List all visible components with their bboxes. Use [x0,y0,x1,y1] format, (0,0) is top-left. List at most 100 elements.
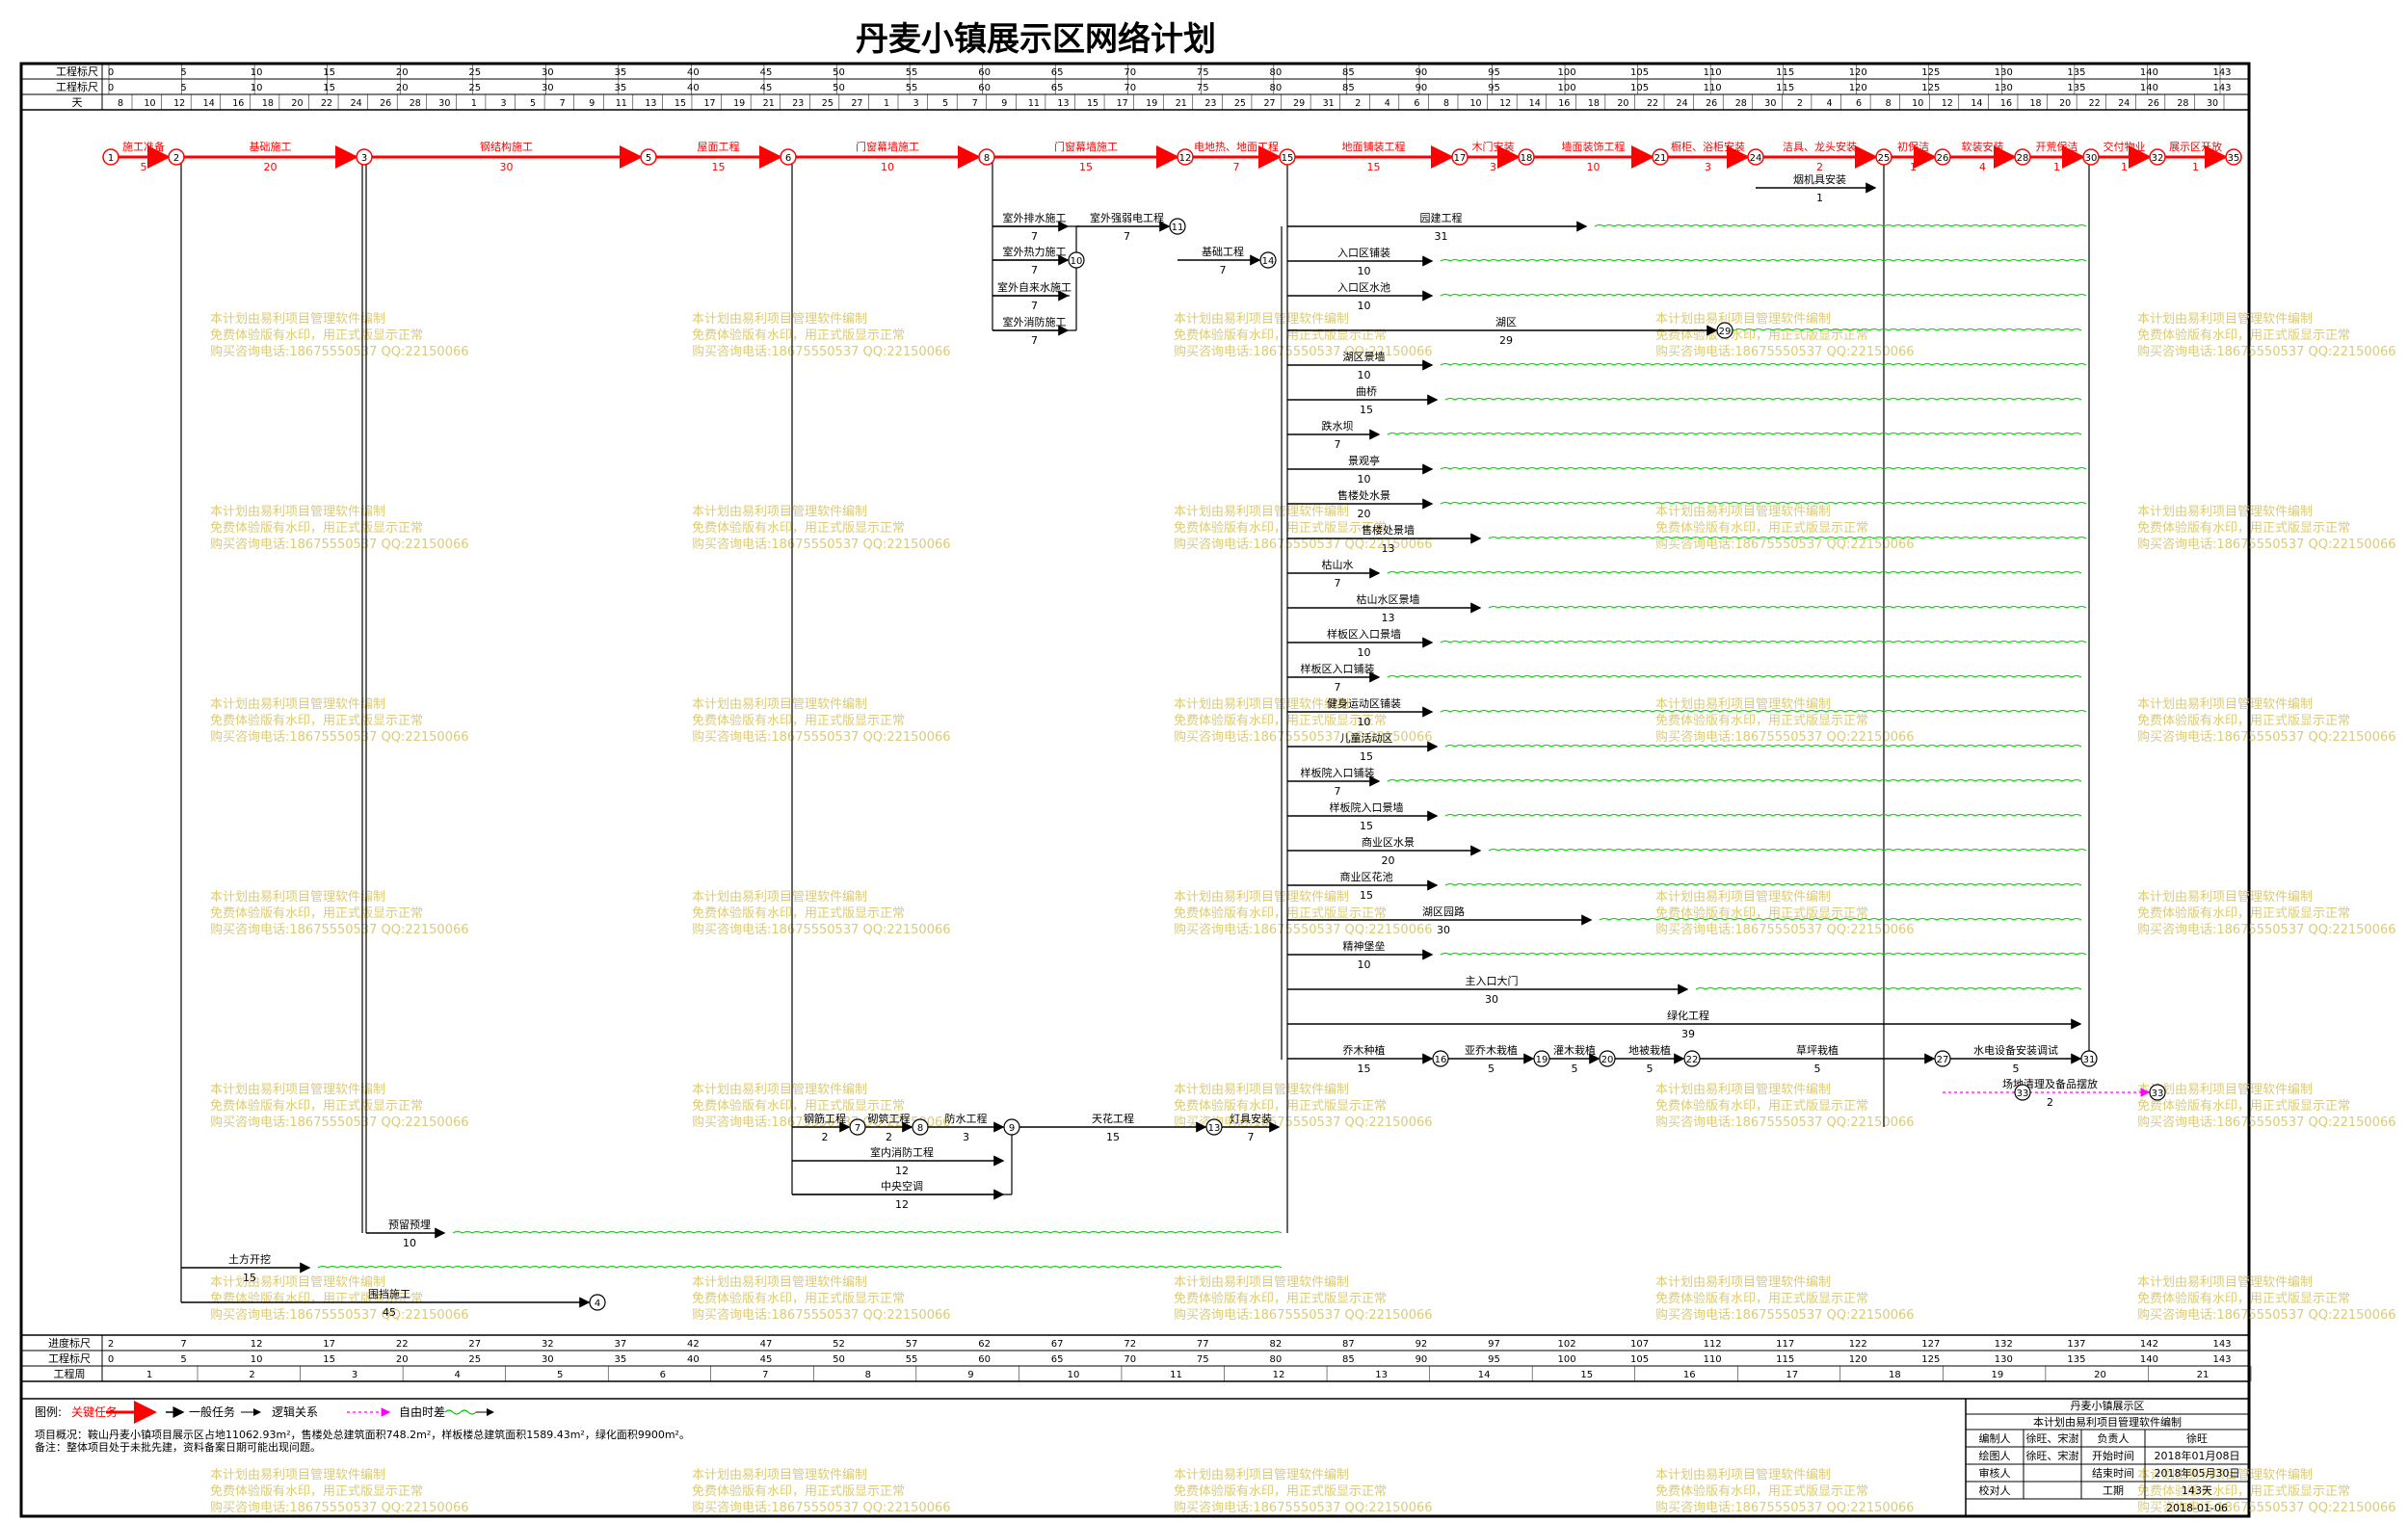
info-r2c4: 2018年01月08日 [2155,1449,2240,1462]
task-duration: 7 [1335,785,1341,798]
ruler-week: 5 [557,1370,563,1380]
task-label: 草坪栽植 [1796,1043,1839,1057]
task-duration: 30 [1485,993,1498,1006]
ruler-day: 10 [145,98,156,109]
watermark-line2: 免费体验版有水印，用正式版显示正常 [692,1098,905,1114]
ruler-tick-top2: 110 [1704,83,1722,93]
ruler-tick-top: 20 [396,67,409,78]
task-duration: 10 [1358,646,1371,659]
free-float-line [1440,293,2087,297]
ruler-tick-bottom2: 55 [906,1354,918,1365]
task-label: 入口区铺装 [1337,247,1390,259]
watermark-line1: 本计划由易利项目管理软件编制 [210,505,385,519]
ruler-tick-bottom2: 120 [1849,1354,1867,1365]
ruler-day: 18 [262,98,274,109]
ruler-tick-bottom2: 130 [1995,1354,2013,1365]
task-duration: 12 [895,1198,909,1211]
node-number: 29 [1719,327,1732,337]
task-duration: 45 [383,1306,396,1319]
task-duration: 31 [1435,230,1448,243]
task-duration: 10 [403,1237,416,1249]
ruler-day: 15 [1087,98,1098,109]
info-r1c1: 编制人 [1979,1431,2011,1445]
free-float-line [1488,848,2087,852]
ruler-day: 12 [173,98,185,109]
free-float-line [1387,674,2082,678]
ruler-day: 25 [1234,98,1246,109]
task-duration: 20 [1382,854,1395,867]
node-number: 18 [1521,153,1533,164]
watermark-line1: 本计划由易利项目管理软件编制 [1655,1275,1831,1290]
watermark-line1: 本计划由易利项目管理软件编制 [692,697,867,712]
ruler-tick-bottom: 143 [2212,1339,2231,1350]
task-label: 室外热力施工 [1003,245,1067,258]
watermark-line2: 免费体验版有水印，用正式版显示正常 [692,1291,905,1306]
ruler-tick-top: 55 [906,67,918,78]
task-duration: 10 [1358,716,1371,728]
ruler-week: 4 [454,1370,460,1380]
watermark-line2: 免费体验版有水印，用正式版显示正常 [210,520,423,536]
critical-task-label: 墙面装饰工程 [1562,140,1626,153]
watermark-line2: 免费体验版有水印，用正式版显示正常 [2137,1291,2350,1306]
print-date: 2018-01-06 [2166,1502,2228,1514]
node-number: 20 [1601,1055,1614,1065]
free-float-line [1444,813,2082,817]
watermark-line2: 免费体验版有水印，用正式版显示正常 [2137,1098,2350,1114]
ruler-day: 9 [1001,98,1007,109]
watermark-line3: 购买咨询电话:18675550537 QQ:22150066 [2137,1307,2396,1323]
free-float-line [1387,432,2082,435]
watermark-line2: 免费体验版有水印，用正式版显示正常 [2137,713,2350,728]
ruler-day: 23 [1204,98,1216,109]
ruler-tick-bottom: 112 [1704,1339,1722,1350]
free-float-line [1440,952,2087,956]
ruler-week: 3 [352,1370,357,1380]
info-subheading: 本计划由易利项目管理软件编制 [2033,1415,2182,1429]
ruler-label-1: 工程标尺 [56,65,98,78]
task-duration: 5 [1647,1063,1654,1075]
ruler-tick-bottom2: 70 [1124,1354,1136,1365]
critical-task-label: 施工准备 [122,140,165,153]
task-duration: 7 [1031,230,1038,243]
watermark-line3: 购买咨询电话:18675550537 QQ:22150066 [1174,1307,1433,1323]
ruler-day: 29 [1293,98,1305,109]
node-number: 15 [1282,153,1294,164]
info-r1c4: 徐旺 [2186,1431,2208,1445]
free-float-line [1444,882,2082,886]
task-duration: 7 [1124,230,1130,243]
watermark-line1: 本计划由易利项目管理软件编制 [2137,312,2313,327]
free-float-line [1387,570,2082,574]
ruler-day: 28 [1735,98,1747,109]
watermark-line1: 本计划由易利项目管理软件编制 [1174,890,1349,905]
watermark-line2: 免费体验版有水印，用正式版显示正常 [210,905,423,921]
node-number: 14 [1262,256,1275,267]
task-label: 防水工程 [945,1112,988,1125]
ruler-tick-top2: 70 [1124,83,1136,93]
watermark-line3: 购买咨询电话:18675550537 QQ:22150066 [210,1115,469,1130]
ruler-tick-bottom: 72 [1124,1339,1136,1350]
ruler-day: 8 [1443,98,1449,109]
ruler-day: 17 [1117,98,1128,109]
ruler-day: 3 [913,98,919,109]
task-label: 精神堡垒 [1343,939,1386,953]
ruler-day: 10 [1912,98,1923,109]
watermark-line3: 购买咨询电话:18675550537 QQ:22150066 [1655,922,1915,937]
ruler-tick-top: 125 [1921,67,1940,78]
task-duration: 7 [1335,577,1341,590]
task-duration: 29 [1499,334,1513,347]
ruler-tick-top2: 140 [2140,83,2158,93]
ruler-week: 11 [1170,1370,1182,1380]
ruler-tick-bottom: 32 [542,1339,554,1350]
watermark-line1: 本计划由易利项目管理软件编制 [1174,505,1349,519]
ruler-tick-top2: 65 [1051,83,1064,93]
ruler-tick-bottom: 127 [1921,1339,1940,1350]
task-label: 样板院入口铺装 [1301,766,1375,779]
free-float-line [1440,362,2087,366]
ruler-tick-bottom2: 90 [1416,1354,1428,1365]
ruler-tick-bottom2: 105 [1630,1354,1649,1365]
watermark-line1: 本计划由易利项目管理软件编制 [210,312,385,327]
free-float-line [317,1265,1283,1269]
free-float-line [1444,397,2082,401]
free-float-line [1440,640,2087,643]
legend-logic: 逻辑关系 [272,1405,318,1419]
ruler-tick-bottom2: 85 [1342,1354,1355,1365]
